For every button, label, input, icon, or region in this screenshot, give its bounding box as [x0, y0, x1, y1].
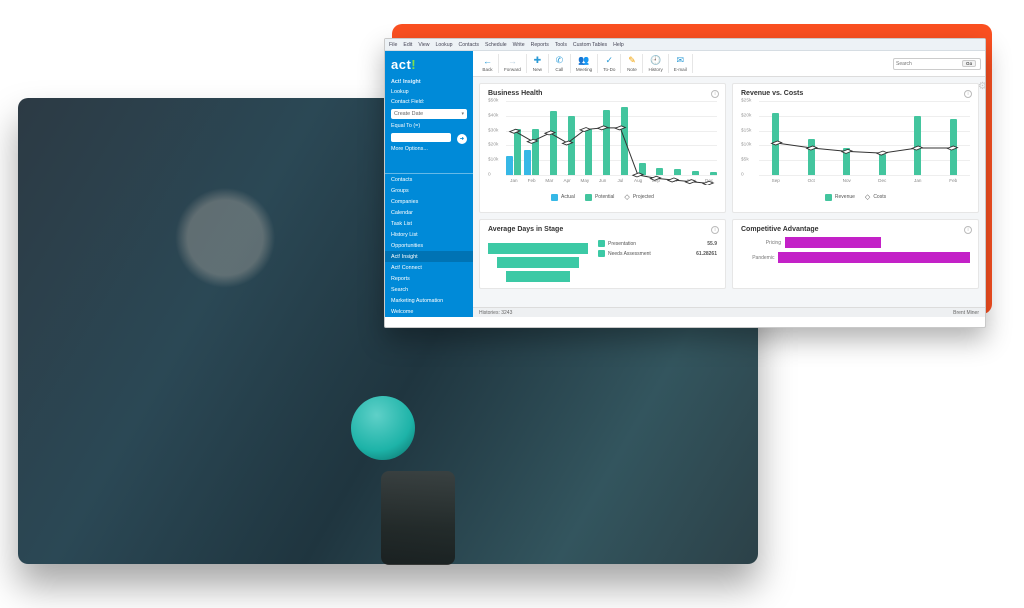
rc-legend: Revenue ◇Costs	[741, 193, 970, 201]
sidebar-item-marketing-automation[interactable]: Marketing Automation	[385, 295, 473, 306]
app-window: File Edit View Lookup Contacts Schedule Write R…	[384, 38, 986, 328]
sidebar-item-opportunities[interactable]: Opportunities	[385, 240, 473, 251]
note-icon: ✎	[626, 55, 637, 66]
dashboard: ⚙ Business Health i $50k$40k$30k$20k$10k…	[473, 77, 985, 307]
card-title: Revenue vs. Costs	[741, 90, 970, 97]
card-title: Average Days in Stage	[488, 226, 717, 233]
contact-field-select[interactable]: Create Date▾	[391, 109, 467, 119]
sidebar-item-welcome[interactable]: Welcome	[385, 306, 473, 317]
menu-bar[interactable]: File Edit View Lookup Contacts Schedule Write R…	[385, 39, 985, 51]
forward-button[interactable]: →Forward	[499, 54, 527, 73]
forward-icon: →	[507, 55, 518, 66]
search-go-button[interactable]: Go	[962, 60, 976, 67]
search-input[interactable]	[896, 61, 960, 67]
note-button[interactable]: ✎Note	[621, 54, 643, 73]
email-icon: ✉	[675, 55, 686, 66]
lookup-go-button[interactable]: ➜	[457, 134, 467, 144]
menu-write[interactable]: Write	[513, 39, 525, 51]
call-button[interactable]: ✆Call	[549, 54, 571, 73]
revenue-costs-chart: $25k$20k$15k$10k$5k0SepOctNovDecJanFeb	[759, 101, 970, 185]
status-bar: Histories: 3243 Brent Miner	[473, 307, 985, 317]
more-options-link[interactable]: More Options...	[385, 144, 473, 154]
sidebar-nav: ContactsGroupsCompaniesCalendarTask List…	[385, 173, 473, 317]
sidebar-item-calendar[interactable]: Calendar	[385, 207, 473, 218]
card-title: Business Health	[488, 90, 717, 97]
sidebar: act! Act! Insight Lookup Contact Field: …	[385, 51, 473, 317]
history-button[interactable]: 🕘History	[643, 54, 668, 73]
todo-icon: ✓	[604, 55, 615, 66]
sidebar-equal-label: Equal To (=)	[385, 121, 473, 131]
sidebar-item-act-insight[interactable]: Act! Insight	[385, 251, 473, 262]
business-health-chart: $50k$40k$30k$20k$10k0JanFebMarAprMayJunJ…	[506, 101, 717, 185]
funnel-chart	[488, 243, 588, 282]
new-button[interactable]: ✚New	[527, 54, 549, 73]
history-icon: 🕘	[650, 55, 661, 66]
sidebar-item-reports[interactable]: Reports	[385, 273, 473, 284]
info-icon[interactable]: i	[964, 226, 972, 234]
meeting-button[interactable]: 👥Meeting	[571, 54, 598, 73]
new-icon: ✚	[532, 55, 543, 66]
brand-logo: act!	[385, 51, 473, 77]
menu-tools[interactable]: Tools	[555, 39, 567, 51]
sidebar-lookup-label: Lookup	[385, 87, 473, 97]
status-right: Brent Miner	[953, 310, 979, 316]
hbar-row: Pandemic	[741, 252, 970, 263]
call-icon: ✆	[554, 55, 565, 66]
menu-file[interactable]: File	[389, 39, 397, 51]
toolbar: ←Back→Forward✚New✆Call👥Meeting✓To-Do✎Not…	[473, 51, 985, 77]
chevron-down-icon: ▾	[461, 111, 464, 117]
back-icon: ←	[482, 55, 493, 66]
info-icon[interactable]: i	[711, 90, 719, 98]
info-icon[interactable]: i	[964, 90, 972, 98]
card-avg-days: Average Days in Stage i Presentation55.9…	[479, 219, 726, 289]
status-left: Histories: 3243	[479, 310, 512, 316]
back-button[interactable]: ←Back	[477, 54, 499, 73]
menu-reports[interactable]: Reports	[531, 39, 549, 51]
sidebar-item-search[interactable]: Search	[385, 284, 473, 295]
bh-legend: Actual Potential ◇Projected	[488, 193, 717, 201]
menu-custom-tables[interactable]: Custom Tables	[573, 39, 607, 51]
sidebar-item-companies[interactable]: Companies	[385, 196, 473, 207]
menu-lookup[interactable]: Lookup	[435, 39, 452, 51]
search-box[interactable]: Go	[893, 58, 981, 70]
menu-edit[interactable]: Edit	[403, 39, 412, 51]
meeting-icon: 👥	[579, 55, 590, 66]
menu-view[interactable]: View	[418, 39, 429, 51]
sidebar-item-task-list[interactable]: Task List	[385, 218, 473, 229]
hbar-row: Pricing	[741, 237, 970, 248]
competitive-chart: Pricing Pandemic	[741, 237, 970, 263]
menu-schedule[interactable]: Schedule	[485, 39, 507, 51]
sidebar-contact-field-label: Contact Field:	[385, 97, 473, 107]
card-title: Competitive Advantage	[741, 226, 970, 233]
card-competitive: Competitive Advantage i Pricing Pandemic	[732, 219, 979, 289]
info-icon[interactable]: i	[711, 226, 719, 234]
card-business-health: Business Health i $50k$40k$30k$20k$10k0J…	[479, 83, 726, 213]
email-button[interactable]: ✉E-mail	[669, 54, 693, 73]
lookup-value-input[interactable]	[391, 133, 451, 142]
menu-help[interactable]: Help	[613, 39, 624, 51]
sidebar-item-act-connect[interactable]: Act! Connect	[385, 262, 473, 273]
todo-button[interactable]: ✓To-Do	[598, 54, 621, 73]
sidebar-item-history-list[interactable]: History List	[385, 229, 473, 240]
sidebar-section-title: Act! Insight	[385, 77, 473, 87]
menu-contacts[interactable]: Contacts	[459, 39, 479, 51]
gear-icon[interactable]: ⚙	[978, 81, 985, 92]
card-revenue-costs: Revenue vs. Costs i $25k$20k$15k$10k$5k0…	[732, 83, 979, 213]
sidebar-item-contacts[interactable]: Contacts	[385, 174, 473, 185]
sidebar-item-groups[interactable]: Groups	[385, 185, 473, 196]
